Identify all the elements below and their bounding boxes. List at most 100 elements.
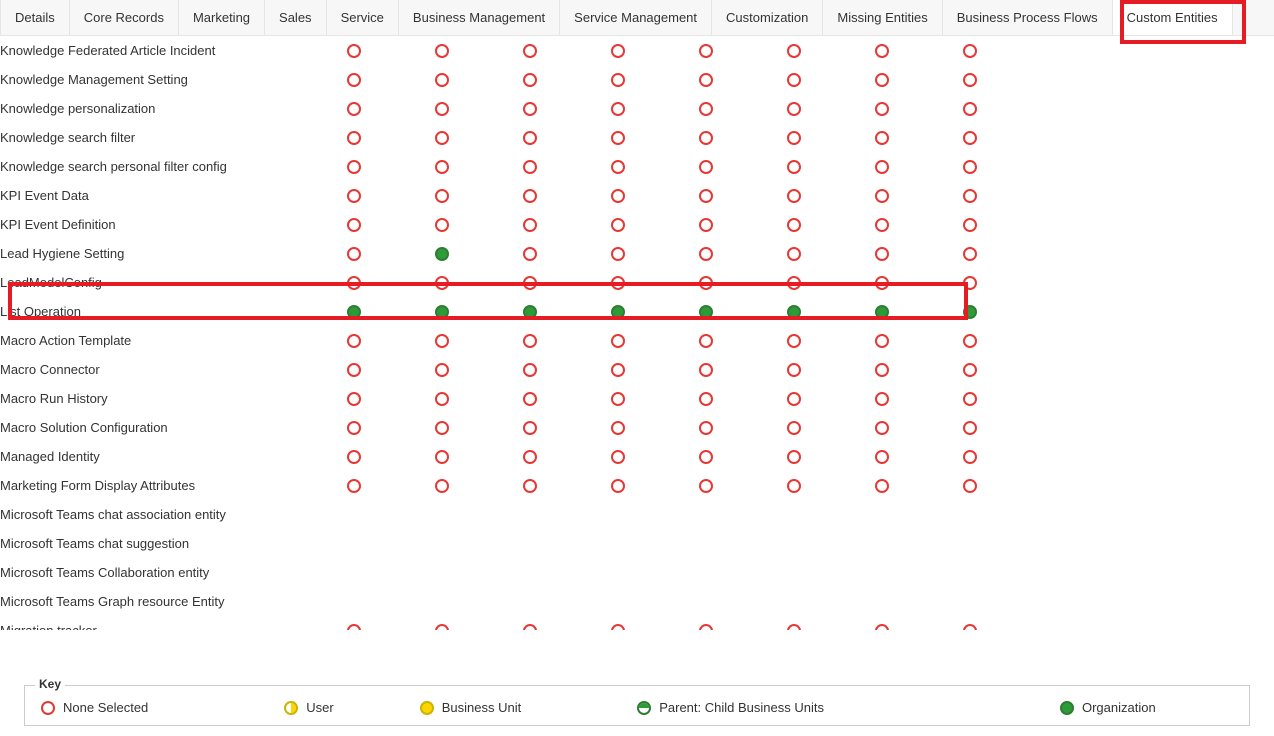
permission-cell[interactable] [310, 297, 398, 326]
permission-cell[interactable] [838, 326, 926, 355]
permission-cell[interactable] [398, 239, 486, 268]
permission-cell[interactable] [310, 471, 398, 500]
permission-cell[interactable] [574, 587, 662, 616]
none-selected-icon[interactable] [963, 624, 977, 630]
permission-cell[interactable] [574, 471, 662, 500]
none-selected-icon[interactable] [963, 392, 977, 406]
permission-cell[interactable] [838, 355, 926, 384]
permission-cell[interactable] [838, 181, 926, 210]
entity-name-cell[interactable]: List Operation [0, 297, 310, 326]
permission-cell[interactable] [838, 616, 926, 630]
permission-cell[interactable] [750, 616, 838, 630]
permission-cell[interactable] [486, 210, 574, 239]
none-selected-icon[interactable] [611, 218, 625, 232]
entity-name-cell[interactable]: Managed Identity [0, 442, 310, 471]
none-selected-icon[interactable] [523, 450, 537, 464]
permission-cell[interactable] [926, 384, 1014, 413]
permission-cell[interactable] [310, 123, 398, 152]
permission-cell[interactable] [398, 558, 486, 587]
permission-cell[interactable] [750, 384, 838, 413]
none-selected-icon[interactable] [611, 131, 625, 145]
none-selected-icon[interactable] [435, 624, 449, 630]
entity-name-cell[interactable]: KPI Event Definition [0, 210, 310, 239]
none-selected-icon[interactable] [347, 479, 361, 493]
none-selected-icon[interactable] [963, 102, 977, 116]
none-selected-icon[interactable] [699, 392, 713, 406]
none-selected-icon[interactable] [523, 131, 537, 145]
permission-cell[interactable] [750, 152, 838, 181]
permission-cell[interactable] [750, 529, 838, 558]
permission-cell[interactable] [750, 210, 838, 239]
tab-custom-entities[interactable]: Custom Entities [1113, 0, 1233, 35]
permission-cell[interactable] [750, 297, 838, 326]
permission-cell[interactable] [574, 239, 662, 268]
none-selected-icon[interactable] [699, 334, 713, 348]
permission-cell[interactable] [926, 442, 1014, 471]
permission-cell[interactable] [398, 123, 486, 152]
organization-icon[interactable] [875, 305, 889, 319]
permission-cell[interactable] [574, 268, 662, 297]
permission-cell[interactable] [398, 413, 486, 442]
none-selected-icon[interactable] [611, 334, 625, 348]
permission-cell[interactable] [310, 268, 398, 297]
none-selected-icon[interactable] [699, 363, 713, 377]
permission-cell[interactable] [662, 326, 750, 355]
permission-cell[interactable] [926, 36, 1014, 65]
permission-cell[interactable] [398, 297, 486, 326]
none-selected-icon[interactable] [875, 44, 889, 58]
permission-cell[interactable] [926, 268, 1014, 297]
permission-cell[interactable] [398, 471, 486, 500]
none-selected-icon[interactable] [699, 421, 713, 435]
permission-cell[interactable] [662, 181, 750, 210]
permission-cell[interactable] [574, 558, 662, 587]
permission-cell[interactable] [398, 616, 486, 630]
permission-cell[interactable] [662, 442, 750, 471]
permission-cell[interactable] [838, 152, 926, 181]
none-selected-icon[interactable] [435, 160, 449, 174]
none-selected-icon[interactable] [347, 421, 361, 435]
permission-cell[interactable] [574, 181, 662, 210]
none-selected-icon[interactable] [875, 102, 889, 116]
permission-cell[interactable] [398, 94, 486, 123]
permission-cell[interactable] [398, 36, 486, 65]
permission-cell[interactable] [310, 558, 398, 587]
permission-cell[interactable] [662, 268, 750, 297]
permission-cell[interactable] [398, 500, 486, 529]
entity-name-cell[interactable]: Microsoft Teams Graph resource Entity [0, 587, 310, 616]
permission-cell[interactable] [486, 94, 574, 123]
permission-cell[interactable] [486, 239, 574, 268]
none-selected-icon[interactable] [787, 392, 801, 406]
permission-cell[interactable] [926, 558, 1014, 587]
permission-cell[interactable] [310, 326, 398, 355]
permission-cell[interactable] [750, 500, 838, 529]
permission-cell[interactable] [574, 616, 662, 630]
permission-cell[interactable] [310, 616, 398, 630]
permission-cell[interactable] [750, 558, 838, 587]
entity-name-cell[interactable]: Knowledge Management Setting [0, 65, 310, 94]
none-selected-icon[interactable] [523, 189, 537, 203]
permission-cell[interactable] [838, 65, 926, 94]
organization-icon[interactable] [963, 305, 977, 319]
permission-cell[interactable] [838, 268, 926, 297]
none-selected-icon[interactable] [523, 624, 537, 630]
permission-cell[interactable] [750, 326, 838, 355]
permission-cell[interactable] [926, 355, 1014, 384]
none-selected-icon[interactable] [435, 392, 449, 406]
permission-cell[interactable] [662, 529, 750, 558]
permission-cell[interactable] [838, 413, 926, 442]
organization-icon[interactable] [699, 305, 713, 319]
none-selected-icon[interactable] [611, 44, 625, 58]
none-selected-icon[interactable] [963, 479, 977, 493]
permission-cell[interactable] [662, 210, 750, 239]
permission-cell[interactable] [574, 123, 662, 152]
permission-cell[interactable] [750, 442, 838, 471]
none-selected-icon[interactable] [523, 276, 537, 290]
entity-name-cell[interactable]: Macro Solution Configuration [0, 413, 310, 442]
organization-icon[interactable] [435, 305, 449, 319]
none-selected-icon[interactable] [963, 218, 977, 232]
none-selected-icon[interactable] [787, 189, 801, 203]
permission-cell[interactable] [486, 616, 574, 630]
permission-cell[interactable] [838, 529, 926, 558]
organization-icon[interactable] [347, 305, 361, 319]
none-selected-icon[interactable] [875, 479, 889, 493]
